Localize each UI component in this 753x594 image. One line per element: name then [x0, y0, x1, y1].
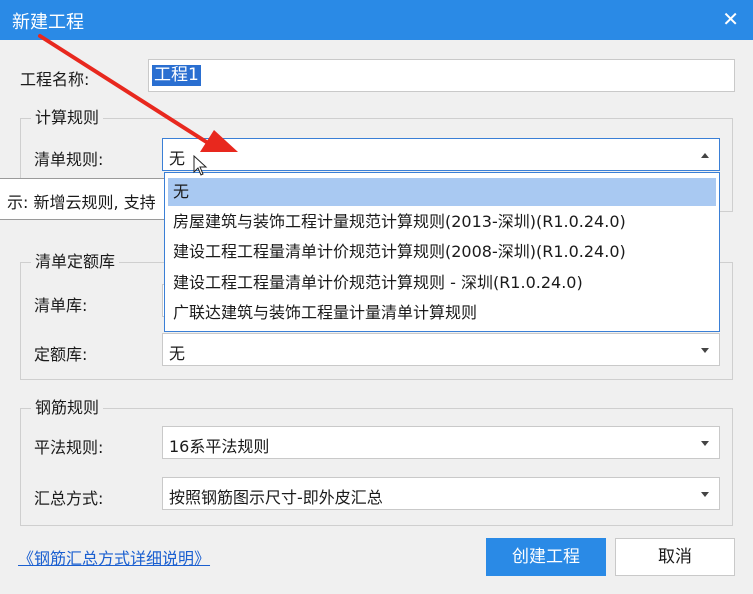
- quota-lib-label: 定额库:: [34, 345, 88, 364]
- bill-rule-value: 无: [169, 149, 186, 168]
- bill-lib-label: 清单库:: [34, 296, 88, 315]
- dropdown-option[interactable]: 建设工程工程量清单计价规范计算规则(2008-深圳)(R1.0.24.0): [168, 238, 716, 266]
- rebar-rules-legend: 钢筋规则: [31, 398, 104, 418]
- rebar-summary-help-link[interactable]: 《钢筋汇总方式详细说明》: [18, 545, 210, 569]
- quota-lib-select[interactable]: 无: [162, 333, 720, 366]
- summary-mode-select[interactable]: 按照钢筋图示尺寸-即外皮汇总: [162, 477, 720, 510]
- calc-rules-legend: 计算规则: [31, 108, 104, 128]
- chevron-down-icon[interactable]: [701, 492, 709, 497]
- bill-rule-select[interactable]: 无: [162, 138, 720, 171]
- dropdown-option[interactable]: 建设工程工程量清单计价规范计算规则 - 深圳(R1.0.24.0): [168, 269, 716, 297]
- chevron-up-icon[interactable]: [701, 153, 709, 158]
- create-project-button[interactable]: 创建工程: [486, 538, 606, 576]
- flat-rule-label: 平法规则:: [34, 438, 104, 457]
- cancel-button[interactable]: 取消: [615, 538, 735, 576]
- project-name-input[interactable]: 工程1: [148, 59, 735, 92]
- chevron-down-icon[interactable]: [701, 348, 709, 353]
- bill-rule-dropdown: 无 房屋建筑与装饰工程计量规范计算规则(2013-深圳)(R1.0.24.0) …: [164, 172, 720, 332]
- close-icon[interactable]: ✕: [722, 7, 739, 31]
- mouse-cursor-icon: [193, 155, 208, 176]
- summary-mode-label: 汇总方式:: [34, 489, 104, 508]
- window-title: 新建工程: [12, 12, 84, 33]
- flat-rule-value: 16系平法规则: [169, 437, 270, 456]
- dropdown-option[interactable]: 无: [168, 178, 716, 206]
- tooltip-text: 示: 新增云规则, 支持: [7, 193, 156, 212]
- flat-rule-select[interactable]: 16系平法规则: [162, 426, 720, 459]
- quota-lib-value: 无: [169, 344, 186, 363]
- project-name-label: 工程名称:: [20, 70, 90, 89]
- summary-mode-value: 按照钢筋图示尺寸-即外皮汇总: [169, 488, 383, 507]
- title-bar: 新建工程 ✕: [0, 0, 753, 40]
- chevron-down-icon[interactable]: [701, 441, 709, 446]
- dropdown-option[interactable]: 广联达建筑与装饰工程量计量清单计算规则: [168, 299, 716, 327]
- tooltip: 示: 新增云规则, 支持: [0, 178, 168, 220]
- bill-rule-label: 清单规则:: [34, 150, 104, 169]
- quota-lib-legend: 清单定额库: [31, 252, 120, 272]
- dropdown-option[interactable]: 房屋建筑与装饰工程计量规范计算规则(2013-深圳)(R1.0.24.0): [168, 208, 716, 236]
- project-name-value: 工程1: [152, 65, 201, 86]
